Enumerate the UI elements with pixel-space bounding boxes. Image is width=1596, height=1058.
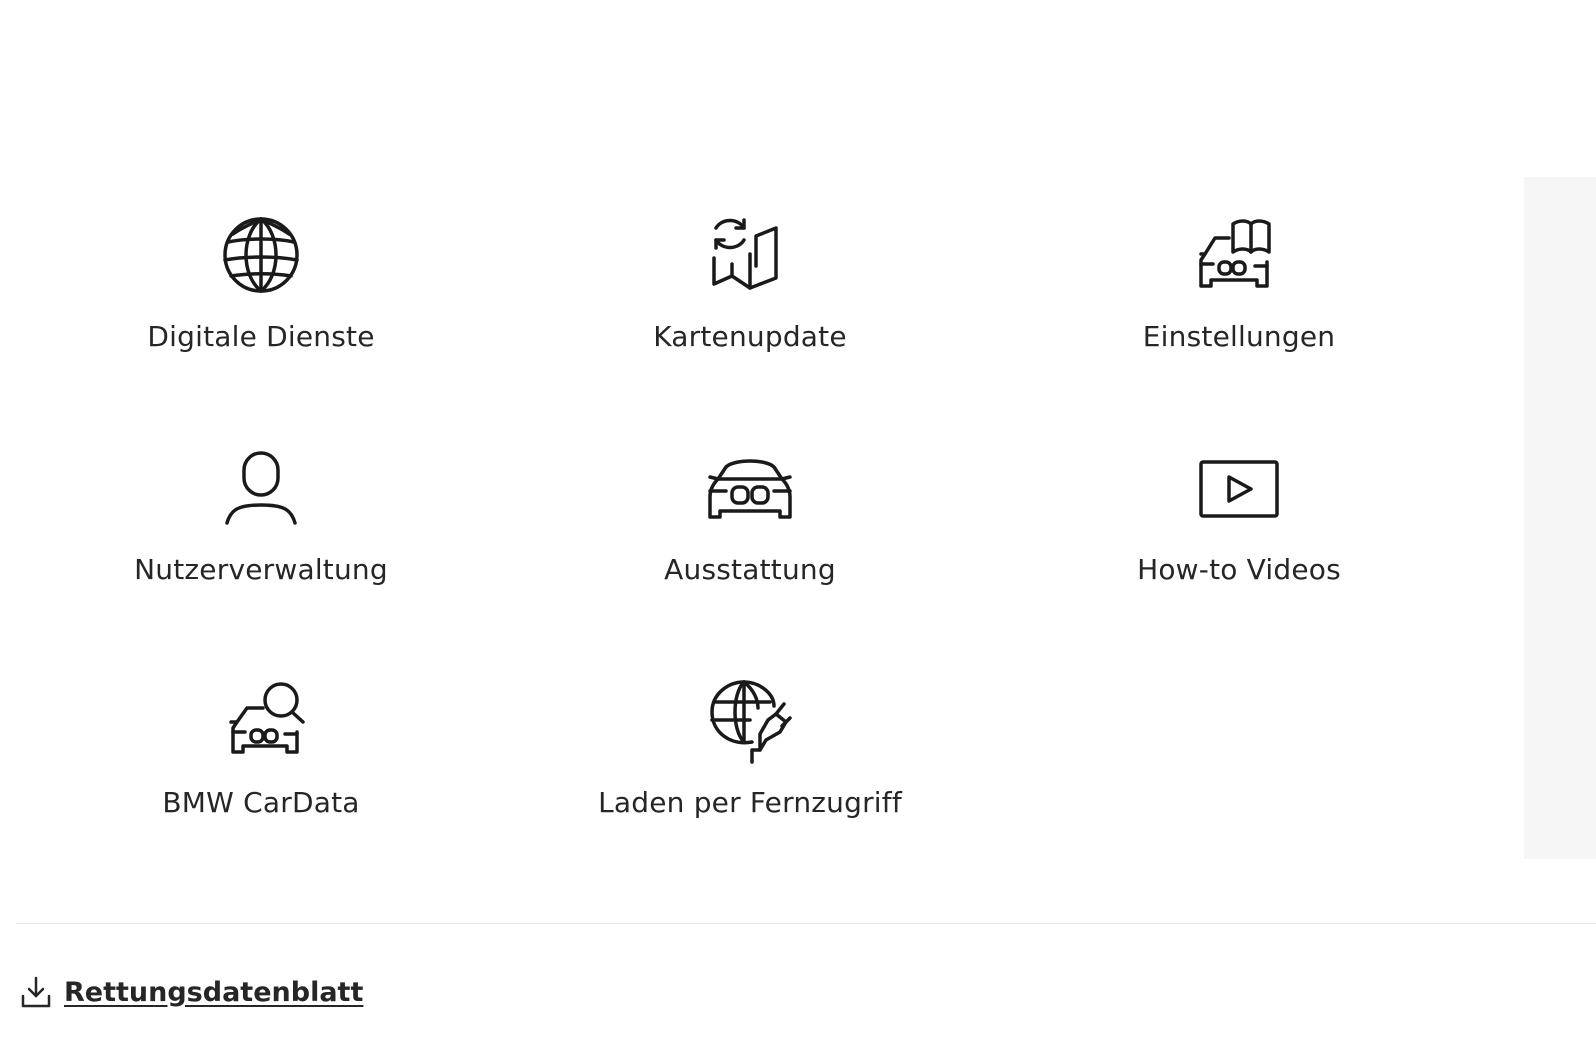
divider: [17, 923, 1596, 924]
tile-label: Digitale Dienste: [147, 320, 375, 353]
tile-label: Laden per Fernzugriff: [598, 786, 902, 819]
tile-label: Kartenupdate: [653, 320, 847, 353]
globe-icon: [211, 210, 311, 300]
globe-plug-icon: [700, 676, 800, 766]
tile-bmw-cardata[interactable]: BMW CarData: [61, 676, 461, 876]
map-update-icon: [700, 210, 800, 300]
tile-nutzerverwaltung[interactable]: Nutzerverwaltung: [61, 445, 461, 645]
rettungsdatenblatt-download-link[interactable]: Rettungsdatenblatt: [20, 972, 363, 1012]
user-icon: [211, 445, 311, 535]
tile-kartenupdate[interactable]: Kartenupdate: [550, 210, 950, 410]
tile-label: Einstellungen: [1142, 320, 1336, 353]
tile-laden-per-fernzugriff[interactable]: Laden per Fernzugriff: [550, 676, 950, 876]
car-search-icon: [211, 676, 311, 766]
download-link-label: Rettungsdatenblatt: [64, 976, 364, 1008]
tile-einstellungen[interactable]: Einstellungen: [1039, 210, 1439, 410]
tile-digitale-dienste[interactable]: Digitale Dienste: [61, 210, 461, 410]
tile-label: BMW CarData: [162, 786, 360, 819]
tile-label: How-to Videos: [1137, 553, 1341, 586]
vehicle-services-page: Digitale Dienste Kartenupdate Einstellun…: [0, 0, 1596, 1058]
tile-how-to-videos[interactable]: How-to Videos: [1039, 445, 1439, 645]
video-play-icon: [1189, 445, 1289, 535]
tile-label: Ausstattung: [664, 553, 836, 586]
tile-ausstattung[interactable]: Ausstattung: [550, 445, 950, 645]
tile-label: Nutzerverwaltung: [134, 553, 388, 586]
side-panel: [1524, 177, 1596, 859]
car-manual-icon: [1189, 210, 1289, 300]
car-front-icon: [700, 445, 800, 535]
download-icon: [20, 974, 52, 1010]
